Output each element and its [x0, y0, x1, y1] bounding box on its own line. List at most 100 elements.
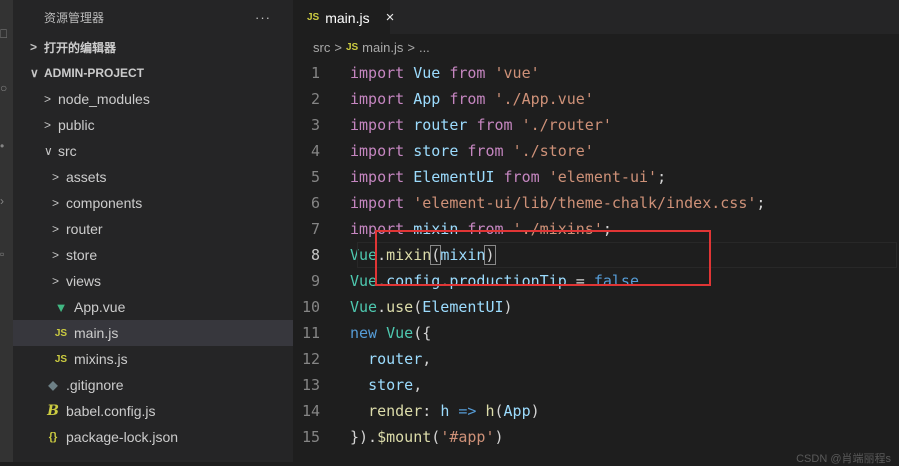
- tree-item[interactable]: JS mixins.js: [13, 346, 293, 372]
- code-line[interactable]: 7 import mixin from './mixins';: [293, 216, 899, 242]
- chevron-right-icon: >: [44, 118, 52, 132]
- code-token: ,: [413, 376, 423, 394]
- tree-item[interactable]: > components: [13, 190, 293, 216]
- code-line[interactable]: 5 import ElementUI from 'element-ui';: [293, 164, 899, 190]
- breadcrumb-separator: >: [334, 39, 342, 55]
- code-token: =: [566, 272, 594, 290]
- chevron-right-icon: >: [30, 40, 38, 54]
- editor: JS main.js × src > JS main.js > ... 1 imp…: [293, 0, 899, 465]
- breadcrumb-separator: >: [407, 39, 415, 55]
- code-token: ElementUI: [422, 298, 504, 316]
- code-line[interactable]: 13 store,: [293, 372, 899, 398]
- code-token: Vue: [350, 298, 378, 316]
- code-token: Vue: [386, 324, 414, 342]
- chevron-down-icon: ∨: [44, 144, 53, 158]
- js-file-icon: JS: [307, 12, 320, 23]
- code-token: ): [494, 428, 504, 446]
- tree-item[interactable]: Bbabel.config.js: [13, 398, 293, 424]
- code-token: =>: [458, 402, 477, 420]
- code-area[interactable]: 1 import Vue from 'vue' 2 import App from '…: [293, 60, 899, 450]
- activity-bar: ⎕ ○ • › ▫: [0, 0, 13, 462]
- code-token: ): [530, 402, 540, 420]
- tree-item[interactable]: > store: [13, 242, 293, 268]
- tree-item[interactable]: {} package-lock.json: [13, 424, 293, 450]
- code-token: from: [449, 90, 495, 108]
- breadcrumb: src > JS main.js > ...: [293, 34, 899, 60]
- line-number: 4: [310, 142, 320, 160]
- project-section[interactable]: ∨ ADMIN-PROJECT: [13, 60, 293, 86]
- tree-item-label: views: [66, 273, 102, 289]
- tree-item-label: babel.config.js: [66, 403, 156, 419]
- files-icon[interactable]: ⎕: [0, 26, 13, 42]
- code-token: h: [440, 402, 450, 420]
- code-line[interactable]: 4 import store from './store': [293, 138, 899, 164]
- close-icon[interactable]: ×: [386, 9, 395, 26]
- line-number: 12: [301, 350, 320, 368]
- tree-item[interactable]: JS main.js: [13, 320, 293, 346]
- tree-item-label: assets: [66, 169, 107, 185]
- code-token: ;: [657, 168, 667, 186]
- code-line[interactable]: 9 Vue. config. productionTip = false: [293, 268, 899, 294]
- line-number: 1: [310, 64, 320, 82]
- breadcrumb-symbols[interactable]: ...: [419, 40, 430, 55]
- tree-item[interactable]: ∨ src: [13, 138, 293, 164]
- code-token: h: [485, 402, 495, 420]
- vue-file-icon: ▼: [54, 299, 68, 315]
- run-debug-icon[interactable]: ›: [0, 193, 13, 209]
- code-token: mixin: [413, 220, 468, 238]
- open-editors-section[interactable]: > 打开的编辑器: [13, 34, 293, 60]
- code-line[interactable]: 6 import 'element-ui/lib/theme-chalk/inde…: [293, 190, 899, 216]
- code-token: from: [467, 142, 513, 160]
- more-actions-button[interactable]: ···: [255, 10, 271, 25]
- tree-item[interactable]: > node_modules: [13, 86, 293, 112]
- tree-item[interactable]: ◆ .gitignore: [13, 372, 293, 398]
- js-file-icon: JS: [54, 353, 68, 365]
- tree-item[interactable]: > router: [13, 216, 293, 242]
- tab-main-js[interactable]: JS main.js ×: [293, 0, 394, 34]
- code-token: App: [503, 402, 531, 420]
- code-token: './App.vue': [494, 90, 594, 108]
- tree-item-label: node_modules: [58, 91, 150, 107]
- code-line[interactable]: 3 import router from './router': [293, 112, 899, 138]
- tree-item-label: App.vue: [74, 299, 126, 315]
- code-line[interactable]: 11 new Vue({: [293, 320, 899, 346]
- tree-item-label: public: [58, 117, 95, 133]
- code-token: import: [350, 90, 414, 108]
- json-file-icon: {}: [48, 431, 58, 443]
- code-line[interactable]: 2 import App from './App.vue': [293, 86, 899, 112]
- line-number: 3: [310, 116, 320, 134]
- tree-item[interactable]: > assets: [13, 164, 293, 190]
- breadcrumb-folder[interactable]: src: [313, 40, 330, 55]
- line-number: 7: [310, 220, 320, 238]
- tree-item[interactable]: > public: [13, 112, 293, 138]
- code-line[interactable]: 1 import Vue from 'vue': [293, 60, 899, 86]
- tree-item-label: mixins.js: [74, 351, 128, 367]
- breadcrumb-file[interactable]: main.js: [362, 40, 403, 55]
- source-control-icon[interactable]: •: [0, 138, 13, 154]
- code-token: from: [449, 64, 495, 82]
- code-token: 'vue': [494, 64, 540, 82]
- code-line[interactable]: 12 router,: [293, 346, 899, 372]
- chevron-right-icon: >: [52, 196, 60, 210]
- code-token: App: [413, 90, 450, 108]
- code-line[interactable]: 10 Vue. use(ElementUI): [293, 294, 899, 320]
- code-line[interactable]: 14 render: h => h(App): [293, 398, 899, 424]
- code-token: router: [413, 116, 477, 134]
- code-token: .: [440, 272, 450, 290]
- tree-item[interactable]: ▼ App.vue: [13, 294, 293, 320]
- code-token: 'element-ui/lib/theme-chalk/index.css': [413, 194, 757, 212]
- code-token: :: [422, 402, 441, 420]
- code-token: router: [368, 350, 423, 368]
- search-icon[interactable]: ○: [0, 80, 13, 96]
- extensions-icon[interactable]: ▫: [0, 246, 13, 262]
- git-file-icon: ◆: [48, 378, 58, 392]
- line-number: 6: [310, 194, 320, 212]
- code-token: ({: [413, 324, 432, 342]
- tree-item-label: package-lock.json: [66, 429, 179, 445]
- code-line[interactable]: 15}). $mount('#app'): [293, 424, 899, 450]
- tree-item[interactable]: > views: [13, 268, 293, 294]
- watermark: CSDN @肖端丽程s: [796, 453, 891, 465]
- code-token: false: [593, 272, 639, 290]
